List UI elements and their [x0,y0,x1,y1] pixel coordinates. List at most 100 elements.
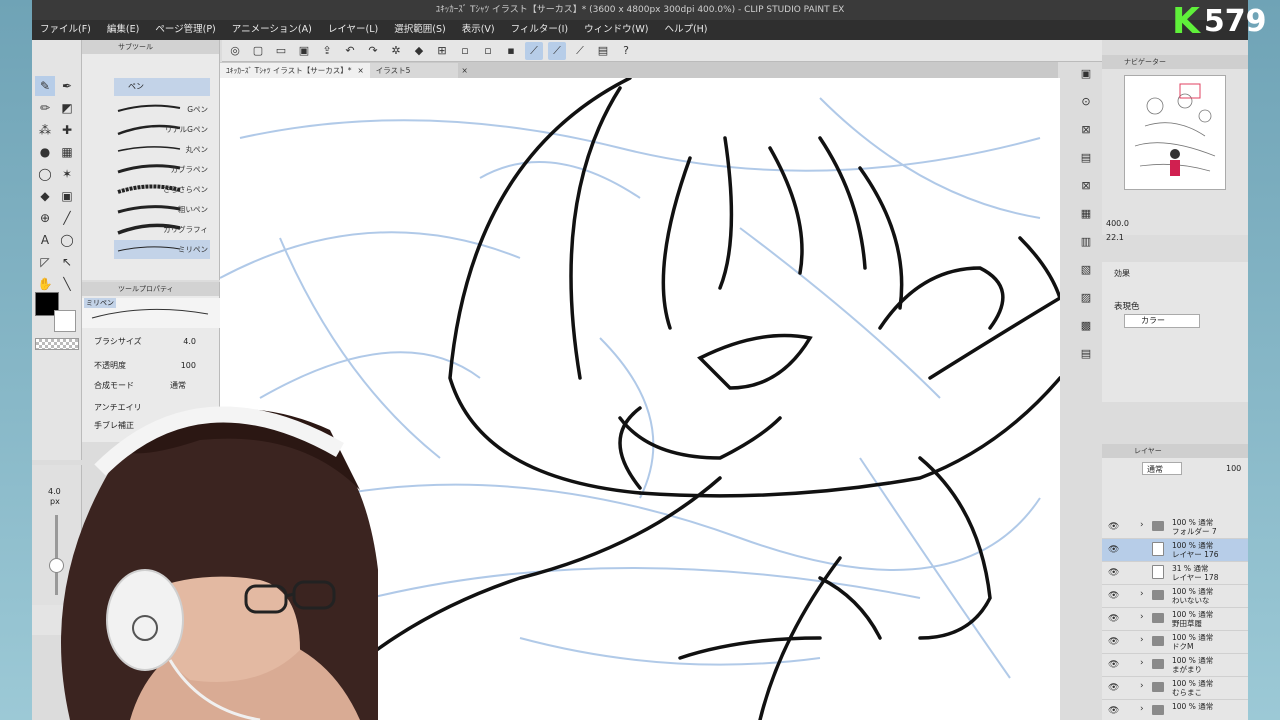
eyedropper-icon[interactable]: ╲ [57,274,77,294]
layer-row[interactable]: 👁 › 100 % 通常 野田草履 [1102,608,1248,631]
visibility-eye-icon[interactable]: 👁 [1108,637,1119,647]
fill-bucket-icon[interactable]: ◆ [35,186,55,206]
close-panel-icon[interactable]: ⊠ [1076,175,1096,195]
lasso-icon[interactable]: ◯ [35,164,55,184]
brush-size-input[interactable]: 4.0 [183,334,196,350]
pencil-icon[interactable]: ✏ [35,98,55,118]
clear-outside-icon[interactable]: ▫ [479,42,497,60]
help-icon[interactable]: ? [617,42,635,60]
history-icon[interactable]: ▤ [1076,147,1096,167]
transform-icon[interactable]: ⊞ [433,42,451,60]
folder-expand-icon[interactable]: › [1140,681,1144,691]
opacity-row[interactable]: 不透明度 100 [88,358,210,374]
undo-icon[interactable]: ↶ [341,42,359,60]
menu-window[interactable]: ウィンドウ(W) [576,20,656,40]
layer-row[interactable]: 👁 › 100 % 通常 むらまこ [1102,677,1248,700]
folder-expand-icon[interactable]: › [1140,612,1144,622]
visibility-eye-icon[interactable]: 👁 [1108,683,1119,693]
save-icon[interactable]: ▣ [295,42,313,60]
subtool-group-pen[interactable]: ペン [114,78,210,96]
brush-g-pen[interactable]: Gペン [114,100,210,119]
visibility-eye-icon[interactable]: 👁 [1108,591,1119,601]
angle-field[interactable]: 22.1 [1106,231,1124,245]
decoration-icon[interactable]: ⁂ [35,120,55,140]
menu-help[interactable]: ヘルプ(H) [656,20,715,40]
tab-illustration5[interactable]: イラスト5 × [369,63,468,78]
menu-filter[interactable]: フィルター(I) [503,20,577,40]
folder-expand-icon[interactable]: › [1140,658,1144,668]
transparent-color-swatch[interactable] [35,338,79,350]
folder-expand-icon[interactable]: › [1140,704,1144,714]
material-icon[interactable]: ▣ [1076,63,1096,83]
layer-row[interactable]: 👁 › 100 % 通常 まがまり [1102,654,1248,677]
opacity-input[interactable]: 100 [181,358,196,374]
visibility-eye-icon[interactable]: 👁 [1108,660,1119,670]
menu-edit[interactable]: 編集(E) [99,20,147,40]
tab-close-icon[interactable]: × [357,66,363,75]
brush-real-g-pen[interactable]: リアルGペン [114,120,210,139]
menu-view[interactable]: 表示(V) [454,20,503,40]
ruler-icon[interactable]: ◸ [35,252,55,272]
line-icon[interactable]: ╱ [57,208,77,228]
move-icon[interactable]: ✚ [57,120,77,140]
snap-ruler-icon[interactable]: ⟋ [525,41,543,60]
folder-expand-icon[interactable]: › [1140,589,1144,599]
close-panel-icon[interactable]: ⊠ [1076,119,1096,139]
folder-expand-icon[interactable]: › [1140,635,1144,645]
layer-row[interactable]: 👁 › 100 % 通常 わいないな [1102,585,1248,608]
brush-rough-pen[interactable]: 粗いペン [114,200,210,219]
item-bank-icon[interactable]: ▤ [1076,343,1096,363]
open-file-icon[interactable]: ▭ [272,42,290,60]
menu-layer[interactable]: レイヤー(L) [320,20,386,40]
fill-selection-icon[interactable]: ▪ [502,42,520,60]
zoom-field[interactable]: 400.0 [1106,217,1129,231]
redo-icon[interactable]: ↷ [364,42,382,60]
export-icon[interactable]: ⇪ [318,42,336,60]
layer-search-icon[interactable]: ▥ [1076,231,1096,251]
brush-maru-pen[interactable]: 丸ペン [114,140,210,159]
visibility-eye-icon[interactable]: 👁 [1108,614,1119,624]
text-icon[interactable]: A [35,230,55,250]
balloon-icon[interactable]: ◯ [57,230,77,250]
expression-color-select[interactable]: カラー [1124,314,1200,328]
visibility-eye-icon[interactable]: 👁 [1108,568,1119,578]
hand-icon[interactable]: ✋ [35,274,55,294]
settings-icon[interactable]: ▤ [594,42,612,60]
sub-view-icon[interactable]: ▩ [1076,315,1096,335]
brush-calligraphy[interactable]: カリグラフィ [114,220,210,239]
gradient-icon[interactable]: ▣ [57,186,77,206]
loading-icon[interactable]: ✲ [387,42,405,60]
menu-file[interactable]: ファイル(F) [32,20,99,40]
layer-row[interactable]: 👁 31 % 通常 レイヤー 178 [1102,562,1248,585]
layer-row[interactable]: 👁 › 100 % 通常 ドクM [1102,631,1248,654]
new-file-icon[interactable]: ▢ [249,42,267,60]
magic-wand-icon[interactable]: ✶ [57,164,77,184]
navigator-thumbnail[interactable] [1124,75,1226,190]
animation-icon[interactable]: ▧ [1076,259,1096,279]
brush-milli-pen[interactable]: ミリペン [114,240,210,259]
visibility-eye-icon[interactable]: 👁 [1108,545,1119,555]
visibility-eye-icon[interactable]: 👁 [1108,522,1119,532]
blend-icon[interactable]: ● [35,142,55,162]
brush-kabura-pen[interactable]: カブラペン [114,160,210,179]
object-icon[interactable]: ↖ [57,252,77,272]
auto-action-icon[interactable]: ▨ [1076,287,1096,307]
visibility-eye-icon[interactable]: 👁 [1108,706,1119,716]
layer-row[interactable]: 👁 › 100 % 通常 [1102,700,1248,720]
menu-page[interactable]: ページ管理(P) [147,20,223,40]
brush-sarasara-pen[interactable]: さらさらペン [114,180,210,199]
layer-row[interactable]: 👁 100 % 通常 レイヤー 176 [1102,539,1248,562]
layer-property-icon[interactable]: ▦ [1076,203,1096,223]
eraser-icon[interactable]: ◩ [57,98,77,118]
clip-studio-icon[interactable]: ◎ [226,42,244,60]
pen-icon[interactable]: ✒ [57,76,77,96]
search-icon[interactable]: ⊙ [1076,91,1096,111]
layer-blend-select[interactable]: 通常 [1142,462,1182,475]
pen-tool-icon[interactable]: ✎ [35,76,55,96]
snap-special-ruler-icon[interactable]: ⟋ [548,41,566,60]
menu-animation[interactable]: アニメーション(A) [224,20,320,40]
zoom-icon[interactable]: ⊕ [35,208,55,228]
grid-icon[interactable]: ▦ [57,142,77,162]
sub-color-swatch[interactable] [54,310,76,332]
fill-icon[interactable]: ◆ [410,42,428,60]
